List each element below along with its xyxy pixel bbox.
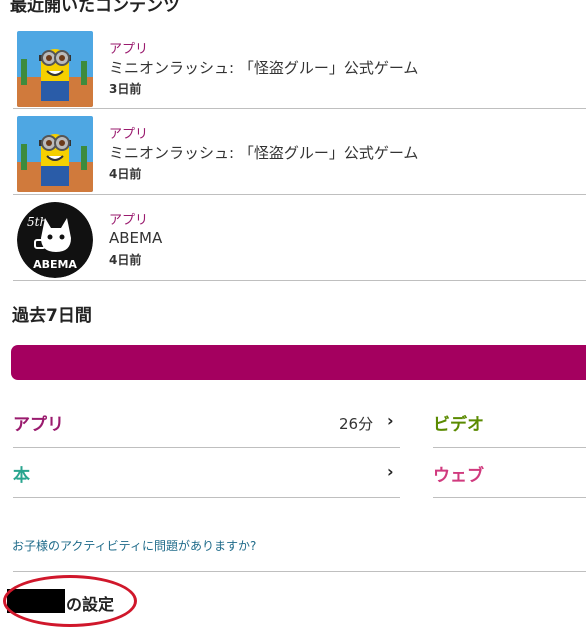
recent-item-2[interactable]: アプリ ミニオンラッシュ: 「怪盗グルー」公式ゲーム 4日前 [0,112,586,197]
divider [13,108,586,109]
past-week-title: 過去7日間 [12,306,92,326]
minion-app-icon [17,31,93,107]
item-name: ミニオンラッシュ: 「怪盗グルー」公式ゲーム [109,144,419,162]
category-web-label[interactable]: ウェブ [433,461,484,486]
recent-item-3[interactable]: 5th ABEMA アプリ ABEMA 4日前 [0,198,586,283]
highlight-oval [3,575,137,627]
item-time: 4日前 [109,167,142,181]
item-name: ミニオンラッシュ: 「怪盗グルー」公式ゲーム [109,59,419,77]
category-app-time: 26分 [339,415,374,433]
item-time: 3日前 [109,82,142,96]
usage-bar [11,345,586,380]
category-book-label[interactable]: 本 [13,461,30,486]
category-app-label[interactable]: アプリ [13,410,64,435]
abema-logo-text: ABEMA [33,258,77,271]
recent-item-1[interactable]: アプリ ミニオンラッシュ: 「怪盗グルー」公式ゲーム 3日前 [0,27,586,112]
divider [13,194,586,195]
item-category: アプリ [109,42,149,57]
divider [433,497,586,498]
chevron-right-icon[interactable]: › [387,411,394,430]
divider [13,571,586,572]
recent-content-title: 最近開いたコンテンツ [10,0,180,16]
activity-problem-link[interactable]: お子様のアクティビティに問題がありますか? [12,537,256,554]
divider [13,447,400,448]
item-category: アプリ [109,127,149,142]
category-video-label[interactable]: ビデオ [433,410,484,435]
item-name: ABEMA [109,229,163,247]
item-time: 4日前 [109,253,142,267]
divider [433,447,586,448]
item-category: アプリ [109,213,149,228]
chevron-right-icon[interactable]: › [387,462,394,481]
divider [13,280,586,281]
divider [13,497,400,498]
abema-app-icon: 5th ABEMA [17,202,93,278]
minion-app-icon [17,116,93,192]
